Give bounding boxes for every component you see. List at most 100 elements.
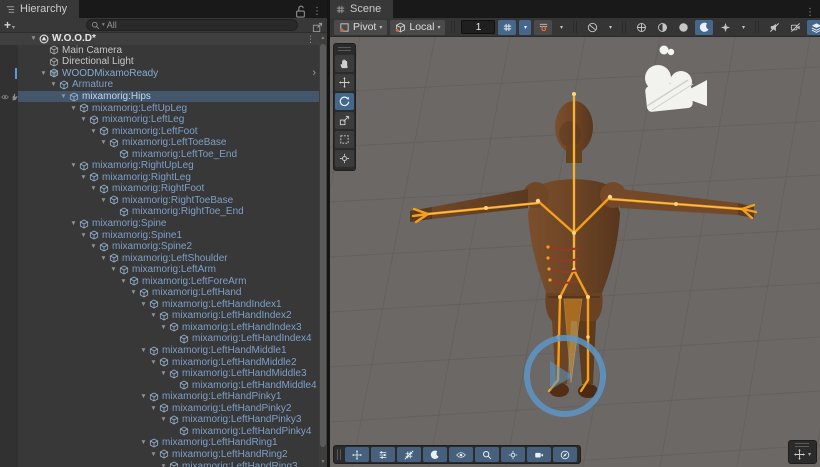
draw-mode-dropdown[interactable]: ▾ xyxy=(604,20,616,35)
audio-toggle[interactable] xyxy=(765,20,783,35)
snap-increment-dropdown[interactable]: ▾ xyxy=(555,20,567,35)
tool-settings-button[interactable] xyxy=(371,447,395,462)
hierarchy-row[interactable]: ▼ mixamorig:LeftHandRing1 xyxy=(0,437,319,449)
overlay-drag-handle[interactable] xyxy=(337,449,341,460)
foldout-arrow-icon[interactable]: ▼ xyxy=(28,33,39,44)
hierarchy-row[interactable]: ▼ mixamorig:Spine2 xyxy=(0,241,319,253)
foldout-arrow-icon[interactable]: ▼ xyxy=(148,310,159,321)
scene-lighting-toggle[interactable] xyxy=(632,20,650,35)
hierarchy-row[interactable]: mixamorig:LeftHandPinky4 xyxy=(0,426,319,438)
hierarchy-row[interactable]: ▼ mixamorig:LeftHandMiddle2 xyxy=(0,356,319,368)
grid-size-field[interactable]: 1 xyxy=(461,20,496,34)
hierarchy-row[interactable]: ▼ mixamorig:LeftFoot xyxy=(0,125,319,137)
eye-icon[interactable] xyxy=(1,93,9,101)
chevron-down-icon[interactable]: ▾ xyxy=(808,451,811,458)
hierarchy-row[interactable]: mixamorig:LeftToe_End xyxy=(0,148,319,160)
move-tool-button[interactable] xyxy=(335,74,354,91)
pivot-mode-button[interactable]: Pivot ▾ xyxy=(334,19,388,35)
fx-dropdown[interactable]: ▾ xyxy=(737,20,749,35)
foldout-arrow-icon[interactable]: ▼ xyxy=(148,449,159,460)
popout-icon[interactable] xyxy=(312,20,323,33)
foldout-arrow-icon[interactable]: ▼ xyxy=(138,437,149,448)
grid-visibility-button[interactable] xyxy=(397,447,421,462)
hierarchy-row[interactable]: ▼ mixamorig:LeftLeg xyxy=(0,114,319,126)
transform-tool-button[interactable] xyxy=(335,150,354,167)
move-button[interactable] xyxy=(345,447,369,462)
foldout-arrow-icon[interactable]: ▼ xyxy=(78,114,89,125)
foldout-arrow-icon[interactable]: ▼ xyxy=(98,137,109,148)
foldout-arrow-icon[interactable]: ▼ xyxy=(58,91,69,102)
rect-tool-button[interactable] xyxy=(335,131,354,148)
foldout-arrow-icon[interactable]: ▼ xyxy=(88,126,99,137)
foldout-arrow-icon[interactable]: ▼ xyxy=(158,414,169,425)
hierarchy-row[interactable]: mixamorig:RightToe_End xyxy=(0,206,319,218)
hierarchy-row[interactable]: ▼ mixamorig:LeftHand xyxy=(0,287,319,299)
scene-header-row[interactable]: ▼ W.O.O.D* ⋮ xyxy=(0,33,319,45)
hierarchy-row[interactable]: mixamorig:LeftHandMiddle4 xyxy=(0,379,319,391)
foldout-arrow-icon[interactable]: ▼ xyxy=(38,68,49,79)
hierarchy-row[interactable]: ▼ mixamorig:LeftArm xyxy=(0,264,319,276)
foldout-arrow-icon[interactable]: ▼ xyxy=(78,172,89,183)
tab-scene[interactable]: Scene xyxy=(330,0,394,18)
camera-button[interactable] xyxy=(527,447,551,462)
search-button[interactable] xyxy=(475,447,499,462)
move-icon[interactable] xyxy=(793,449,805,460)
foldout-arrow-icon[interactable]: ▼ xyxy=(68,103,79,114)
foldout-arrow-icon[interactable]: ▼ xyxy=(118,276,129,287)
foldout-arrow-icon[interactable]: ▼ xyxy=(138,391,149,402)
hierarchy-row[interactable]: ▼ mixamorig:LeftHandPinky3 xyxy=(0,414,319,426)
row-visibility-toggles[interactable] xyxy=(1,91,18,103)
hierarchy-row[interactable]: Directional Light xyxy=(0,56,319,68)
search-input[interactable]: ▾ All xyxy=(86,19,298,31)
hierarchy-row[interactable]: ▼ mixamorig:LeftUpLeg xyxy=(0,102,319,114)
prefab-open-chevron-icon[interactable]: › xyxy=(312,67,316,79)
foldout-arrow-icon[interactable]: ▼ xyxy=(148,357,159,368)
foldout-arrow-icon[interactable]: ▼ xyxy=(158,461,169,467)
hierarchy-row[interactable]: ▼ mixamorig:RightLeg xyxy=(0,172,319,184)
foldout-arrow-icon[interactable]: ▼ xyxy=(108,264,119,275)
layers-button[interactable] xyxy=(807,19,820,35)
hierarchy-row[interactable]: ▼ mixamorig:LeftHandMiddle3 xyxy=(0,368,319,380)
grid-visibility-button[interactable] xyxy=(498,19,517,35)
hierarchy-scrollbar[interactable]: ▲ ▼ xyxy=(319,33,327,467)
scene-context-menu-icon[interactable]: ⋮ xyxy=(306,34,315,45)
hierarchy-row[interactable]: ▼ mixamorig:LeftHandIndex2 xyxy=(0,310,319,322)
hierarchy-row[interactable]: ▼ mixamorig:RightFoot xyxy=(0,183,319,195)
overlay-drag-handle[interactable] xyxy=(338,47,351,51)
hierarchy-row[interactable]: ▼ mixamorig:LeftHandRing3 xyxy=(0,460,319,467)
hierarchy-row[interactable]: ▼ mixamorig:LeftHandRing2 xyxy=(0,449,319,461)
hierarchy-row[interactable]: ▼ mixamorig:Hips xyxy=(0,90,319,103)
hierarchy-row[interactable]: Main Camera xyxy=(0,45,319,57)
foldout-arrow-icon[interactable]: ▼ xyxy=(138,345,149,356)
pan-tool-button[interactable] xyxy=(335,55,354,72)
grid-visibility-dropdown[interactable]: ▾ xyxy=(519,19,532,35)
foldout-arrow-icon[interactable]: ▼ xyxy=(88,183,99,194)
hierarchy-menu-icon[interactable]: ⋮ xyxy=(312,7,322,17)
foldout-arrow-icon[interactable]: ▼ xyxy=(68,160,79,171)
foldout-arrow-icon[interactable]: ▼ xyxy=(68,218,79,229)
camera-gizmo-icon[interactable] xyxy=(645,45,707,113)
lighting-on-toggle[interactable] xyxy=(695,19,714,35)
hierarchy-row[interactable]: ▼ mixamorig:LeftHandIndex1 xyxy=(0,299,319,311)
hierarchy-row[interactable]: mixamorig:LeftHandIndex4 xyxy=(0,333,319,345)
lock-icon[interactable] xyxy=(295,6,306,19)
hierarchy-row[interactable]: ▼ mixamorig:LeftForeArm xyxy=(0,275,319,287)
camera-preview-toggle[interactable] xyxy=(786,20,804,35)
scrollbar-thumb[interactable] xyxy=(320,44,326,447)
hierarchy-row[interactable]: ▼ mixamorig:LeftHandMiddle1 xyxy=(0,345,319,357)
orientation-button[interactable] xyxy=(501,447,525,462)
hierarchy-row[interactable]: ▼ mixamorig:RightToeBase xyxy=(0,195,319,207)
scene-lighting-button[interactable] xyxy=(423,447,447,462)
hierarchy-row[interactable]: ▼ mixamorig:LeftHandPinky2 xyxy=(0,403,319,415)
pick-hand-icon[interactable] xyxy=(10,93,18,101)
gizmos-button[interactable] xyxy=(553,447,577,462)
scroll-down-icon[interactable]: ▼ xyxy=(319,459,327,465)
fx-toggle[interactable] xyxy=(716,20,734,35)
foldout-arrow-icon[interactable]: ▼ xyxy=(158,368,169,379)
foldout-arrow-icon[interactable]: ▼ xyxy=(158,322,169,333)
create-object-button[interactable]: + ▾ xyxy=(4,18,15,32)
foldout-arrow-icon[interactable]: ▼ xyxy=(78,230,89,241)
foldout-arrow-icon[interactable]: ▼ xyxy=(138,299,149,310)
shadows-toggle[interactable] xyxy=(674,20,692,35)
tab-hierarchy[interactable]: Hierarchy xyxy=(0,0,80,18)
